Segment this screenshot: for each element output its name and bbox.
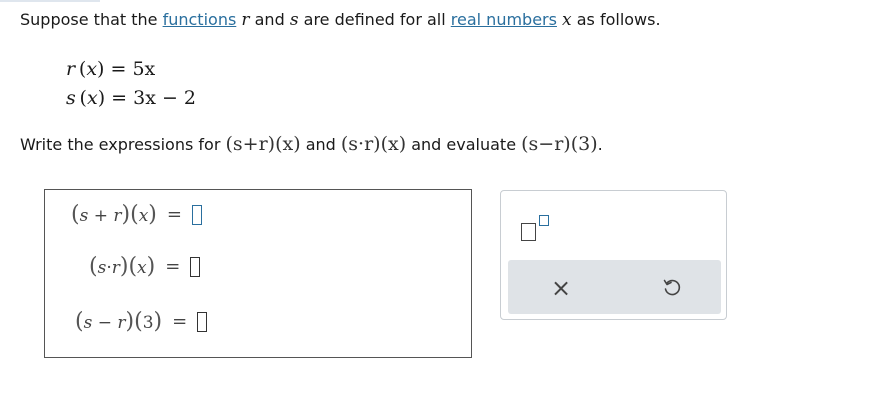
- problem-intro: Suppose that the functions r and s are d…: [20, 10, 661, 30]
- action-toolbar: ×: [508, 260, 721, 314]
- expr-sum: (s+r)(x): [225, 133, 301, 155]
- def-rhs: = 3x − 2: [111, 87, 197, 109]
- expr-difference: (s−r)(3): [521, 133, 598, 155]
- var-x: x: [562, 10, 572, 30]
- superscript-box: [539, 215, 549, 226]
- var-r: r: [241, 10, 250, 30]
- prompt-text: .: [597, 135, 603, 154]
- equals-sign: =: [165, 256, 181, 277]
- clear-button[interactable]: ×: [546, 273, 576, 303]
- expr-arg: 3: [142, 313, 154, 333]
- def-arg: x: [86, 58, 98, 80]
- expr-part: s: [83, 313, 93, 333]
- expr-part: r: [111, 258, 120, 278]
- function-definitions: r (x) = 5x s (x) = 3x − 2: [66, 55, 196, 113]
- intro-text: are defined for all: [298, 10, 451, 29]
- expr-arg: x: [138, 206, 149, 226]
- expr-op: +: [93, 206, 108, 226]
- prompt-text: and evaluate: [406, 135, 522, 154]
- expr-part: s: [79, 206, 89, 226]
- question-prompt: Write the expressions for (s+r)(x) and (…: [20, 133, 603, 155]
- intro-text: Suppose that the: [20, 10, 163, 29]
- intro-text: and: [249, 10, 290, 29]
- var-s: s: [289, 10, 299, 30]
- product-expression: (s·r)(x): [89, 254, 156, 279]
- expr-arg: x: [137, 258, 147, 278]
- undo-button[interactable]: [657, 273, 687, 303]
- exponent-template-icon[interactable]: [521, 213, 561, 245]
- expr-op: −: [97, 313, 112, 333]
- expr-part: r: [113, 206, 122, 226]
- answer-area: (s + r)(x) = (s·r)(x) = (s − r)(3) =: [44, 189, 472, 358]
- def-rhs: = 5x: [110, 58, 156, 80]
- answer-row-product: (s·r)(x) =: [89, 254, 201, 279]
- expr-product: (s·r)(x): [340, 133, 407, 155]
- intro-text: as follows.: [571, 10, 661, 29]
- undo-icon: [663, 279, 681, 296]
- close-icon: ×: [550, 274, 572, 302]
- equals-sign: =: [166, 204, 182, 225]
- sum-expression: (s + r)(x): [71, 202, 157, 227]
- answer-row-difference: (s − r)(3) =: [75, 309, 208, 334]
- def-name: r: [66, 58, 76, 80]
- sum-answer-input[interactable]: [191, 204, 202, 225]
- prompt-text: and: [300, 135, 341, 154]
- def-name: s: [66, 87, 76, 109]
- answer-row-sum: (s + r)(x) =: [71, 202, 202, 227]
- expr-part: r: [117, 313, 126, 333]
- definition-s: s (x) = 3x − 2: [66, 87, 197, 109]
- top-divider: [0, 0, 100, 2]
- difference-answer-input[interactable]: [197, 311, 208, 332]
- math-tools-panel: ×: [500, 190, 727, 320]
- functions-link[interactable]: functions: [163, 10, 237, 29]
- equals-sign: =: [172, 311, 188, 332]
- product-answer-input[interactable]: [190, 256, 201, 277]
- base-box: [521, 223, 536, 241]
- real-numbers-link[interactable]: real numbers: [451, 10, 557, 29]
- definition-r: r (x) = 5x: [66, 58, 156, 80]
- prompt-text: Write the expressions for: [20, 135, 226, 154]
- def-arg: x: [86, 87, 98, 109]
- difference-expression: (s − r)(3): [75, 309, 163, 334]
